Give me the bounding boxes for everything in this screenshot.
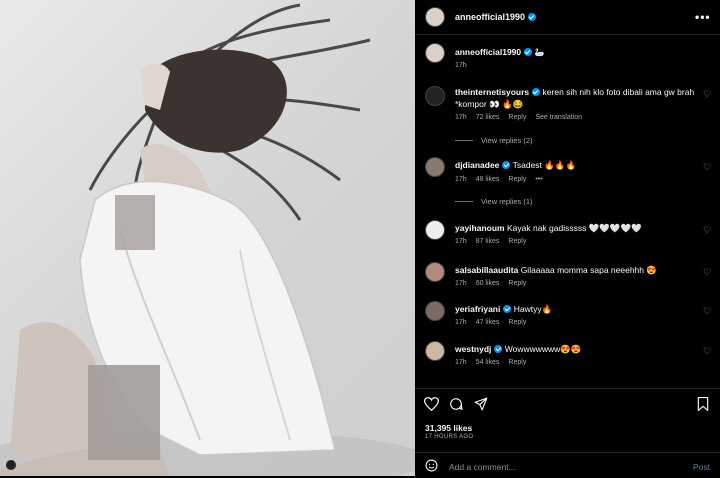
comments-panel: anneofficial1990 ••• anneofficial1990 🦢 … — [415, 0, 720, 476]
comment-time: 17h — [455, 280, 467, 287]
add-comment-bar: Add a comment... Post — [415, 452, 720, 478]
author-avatar[interactable] — [425, 7, 445, 27]
comment-avatar[interactable] — [425, 157, 445, 177]
comment-like-heart-icon[interactable]: ♡ — [703, 346, 711, 357]
heart-icon[interactable] — [424, 397, 439, 411]
comment-likes[interactable]: 47 likes — [476, 319, 500, 326]
photo-illustration — [0, 3, 415, 476]
verified-badge-icon — [502, 161, 511, 169]
reply-button[interactable]: Reply — [508, 280, 526, 287]
bookmark-icon[interactable] — [697, 397, 709, 411]
comment-username[interactable]: theinternetisyours — [455, 87, 529, 97]
comment-username[interactable]: westnydj — [455, 344, 491, 354]
comment-text: Kayak nak gadisssss 🤍🤍🤍🤍🤍 — [506, 223, 642, 233]
photo-tag-icon[interactable] — [6, 460, 16, 470]
comment-like-heart-icon[interactable]: ♡ — [703, 162, 711, 173]
comment-text: Tsadest 🔥🔥🔥 — [512, 160, 577, 170]
comment-likes[interactable]: 48 likes — [476, 176, 500, 183]
comment-avatar[interactable] — [425, 301, 445, 321]
comment-time: 17h — [455, 114, 467, 121]
verified-badge-icon — [503, 305, 512, 313]
comment-likes[interactable]: 87 likes — [476, 238, 500, 245]
comment-text: Hawtyy🔥 — [513, 304, 553, 314]
comment-avatar[interactable] — [425, 341, 445, 361]
comment-username[interactable]: yeriafriyani — [455, 304, 500, 314]
verified-badge-icon — [494, 345, 503, 353]
caption-text: 🦢 — [534, 48, 545, 57]
comment-time: 17h — [455, 238, 467, 245]
verified-badge-icon — [532, 88, 541, 96]
comment-time: 17h — [455, 319, 467, 326]
comment-input[interactable]: Add a comment... — [449, 462, 516, 472]
post-time: 17 HOURS AGO — [425, 434, 474, 440]
more-options-icon[interactable]: ••• — [695, 10, 711, 24]
comment-text: Gilaaaaa momma sapa neeehhh 😍 — [520, 265, 657, 275]
comment-likes[interactable]: 60 likes — [476, 280, 500, 287]
comment-avatar[interactable] — [425, 86, 445, 106]
comment-avatar[interactable] — [425, 220, 445, 240]
comment-time: 17h — [455, 176, 467, 183]
share-icon[interactable] — [474, 397, 488, 411]
reply-button[interactable]: Reply — [508, 238, 526, 245]
caption-username[interactable]: anneofficial1990 — [455, 47, 521, 57]
post-comment-button[interactable]: Post — [693, 462, 710, 472]
post-header: anneofficial1990 ••• — [415, 0, 720, 35]
caption-avatar[interactable] — [425, 43, 445, 63]
post-modal: anneofficial1990 ••• anneofficial1990 🦢 … — [0, 0, 720, 476]
reply-button[interactable]: Reply — [508, 114, 526, 121]
view-replies-button[interactable]: View replies (1) — [455, 197, 533, 206]
post-photo[interactable] — [0, 0, 415, 476]
comment-username[interactable]: salsabillaaudita — [455, 265, 518, 275]
comment-like-heart-icon[interactable]: ♡ — [703, 89, 711, 100]
view-replies-button[interactable]: View replies (2) — [455, 136, 533, 145]
emoji-icon[interactable] — [425, 459, 438, 472]
reply-button[interactable]: Reply — [508, 176, 526, 183]
caption-time: 17h — [455, 62, 467, 69]
likes-count[interactable]: 31,395 likes — [425, 423, 472, 433]
comment-avatar[interactable] — [425, 262, 445, 282]
verified-badge-icon — [528, 13, 537, 21]
reply-button[interactable]: Reply — [508, 319, 526, 326]
comment-like-heart-icon[interactable]: ♡ — [703, 267, 711, 278]
comment-time: 17h — [455, 359, 467, 366]
see-translation-link[interactable]: See translation — [535, 114, 582, 121]
verified-badge-icon — [524, 48, 533, 56]
comment-icon[interactable] — [449, 397, 463, 411]
comment-likes[interactable]: 54 likes — [476, 359, 500, 366]
comment-username[interactable]: djdianadee — [455, 160, 499, 170]
post-actions: 31,395 likes 17 HOURS AGO Add a comment.… — [415, 388, 720, 477]
comment-options-icon[interactable]: ••• — [535, 176, 542, 183]
reply-button[interactable]: Reply — [508, 359, 526, 366]
comment-username[interactable]: yayihanoum — [455, 223, 505, 233]
comment-like-heart-icon[interactable]: ♡ — [703, 225, 711, 236]
comment-likes[interactable]: 72 likes — [476, 114, 500, 121]
comment-text: Wowwwwwww😍😍 — [504, 344, 582, 354]
author-username[interactable]: anneofficial1990 — [455, 12, 537, 22]
comment-like-heart-icon[interactable]: ♡ — [703, 306, 711, 317]
